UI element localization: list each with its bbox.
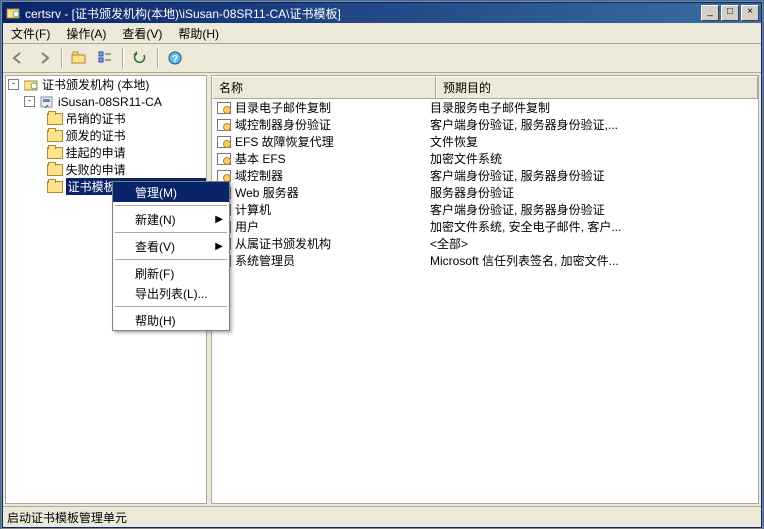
tree-item-label: 挂起的申请: [66, 144, 126, 161]
folder-icon: [47, 129, 63, 143]
menu-action[interactable]: 操作(A): [58, 23, 114, 44]
menu-view[interactable]: 查看(V): [114, 23, 170, 44]
cell-name: 基本 EFS: [235, 150, 286, 167]
maximize-button[interactable]: □: [721, 5, 739, 21]
status-text: 启动证书模板管理单元: [7, 509, 127, 526]
minimize-button[interactable]: _: [701, 5, 719, 21]
cell-purpose: Microsoft 信任列表签名, 加密文件...: [426, 252, 758, 269]
template-icon: [216, 135, 232, 149]
status-bar: 启动证书模板管理单元: [3, 506, 761, 527]
menu-help[interactable]: 帮助(H): [170, 23, 227, 44]
cell-purpose: 文件恢复: [426, 133, 758, 150]
cert-authority-icon: [23, 78, 39, 92]
close-button[interactable]: ×: [741, 5, 759, 21]
menu-separator: [115, 232, 227, 233]
menu-separator: [115, 306, 227, 307]
cell-purpose: 客户端身份验证, 服务器身份验证: [426, 201, 758, 218]
cell-purpose: 加密文件系统: [426, 150, 758, 167]
folder-icon: [47, 146, 63, 160]
folder-icon: [47, 180, 63, 194]
cell-name: EFS 故障恢复代理: [235, 133, 334, 150]
menu-bar: 文件(F) 操作(A) 查看(V) 帮助(H): [3, 23, 761, 44]
context-menu: 管理(M) 新建(N)▶ 查看(V)▶ 刷新(F) 导出列表(L)... 帮助(…: [112, 181, 230, 331]
column-name[interactable]: 名称: [212, 76, 436, 99]
menu-view[interactable]: 查看(V)▶: [113, 236, 229, 256]
tree-ca-label: iSusan-08SR11-CA: [58, 95, 162, 109]
cell-name: 用户: [235, 218, 259, 235]
list-row[interactable]: 基本 EFS 加密文件系统: [212, 150, 758, 167]
toolbar: ?: [3, 44, 761, 73]
list-row[interactable]: 系统管理员 Microsoft 信任列表签名, 加密文件...: [212, 252, 758, 269]
tree-item[interactable]: 失败的申请: [40, 161, 206, 178]
cell-purpose: 目录服务电子邮件复制: [426, 99, 758, 116]
folder-icon: [47, 163, 63, 177]
list-row[interactable]: 域控制器身份验证 客户端身份验证, 服务器身份验证,...: [212, 116, 758, 133]
cell-name: 域控制器身份验证: [235, 116, 331, 133]
list-row[interactable]: 目录电子邮件复制 目录服务电子邮件复制: [212, 99, 758, 116]
menu-new[interactable]: 新建(N)▶: [113, 209, 229, 229]
cell-name: 域控制器: [235, 167, 283, 184]
tree-root-label: 证书颁发机构 (本地): [42, 76, 149, 93]
tree-root[interactable]: - 证书颁发机构 (本地): [8, 76, 206, 93]
tree-item-label: 吊销的证书: [66, 110, 126, 127]
tree-item-label: 颁发的证书: [66, 127, 126, 144]
svg-text:?: ?: [172, 54, 178, 65]
cell-name: 目录电子邮件复制: [235, 99, 331, 116]
column-purpose[interactable]: 预期目的: [436, 76, 758, 99]
cell-purpose: 客户端身份验证, 服务器身份验证,...: [426, 116, 758, 133]
menu-separator: [115, 259, 227, 260]
submenu-arrow-icon: ▶: [215, 241, 223, 252]
back-button[interactable]: [7, 47, 29, 69]
template-icon: [216, 118, 232, 132]
cell-purpose: 客户端身份验证, 服务器身份验证: [426, 167, 758, 184]
cell-name: 从属证书颁发机构: [235, 235, 331, 252]
help-icon[interactable]: ?: [164, 47, 186, 69]
cell-name: Web 服务器: [235, 184, 299, 201]
separator: [122, 48, 123, 68]
menu-manage[interactable]: 管理(M): [113, 182, 229, 202]
app-icon: [5, 5, 21, 21]
template-icon: [216, 152, 232, 166]
list-body[interactable]: 目录电子邮件复制目录服务电子邮件复制域控制器身份验证客户端身份验证, 服务器身份…: [212, 99, 758, 503]
list-row[interactable]: 用户 加密文件系统, 安全电子邮件, 客户...: [212, 218, 758, 235]
tree-item[interactable]: 吊销的证书: [40, 110, 206, 127]
properties-icon[interactable]: [94, 47, 116, 69]
refresh-icon[interactable]: [129, 47, 151, 69]
column-headers: 名称 预期目的: [212, 76, 758, 99]
menu-file[interactable]: 文件(F): [3, 23, 58, 44]
list-row[interactable]: 从属证书颁发机构 <全部>: [212, 235, 758, 252]
collapse-icon[interactable]: -: [24, 96, 35, 107]
list-row[interactable]: Web 服务器 服务器身份验证: [212, 184, 758, 201]
separator: [157, 48, 158, 68]
window-title: certsrv - [证书颁发机构(本地)\iSusan-08SR11-CA\证…: [25, 5, 699, 22]
cell-name: 计算机: [235, 201, 271, 218]
menu-separator: [115, 205, 227, 206]
cell-name: 系统管理员: [235, 252, 295, 269]
list-row[interactable]: 域控制器 客户端身份验证, 服务器身份验证: [212, 167, 758, 184]
list-row[interactable]: EFS 故障恢复代理 文件恢复: [212, 133, 758, 150]
folder-button[interactable]: [68, 47, 90, 69]
cell-purpose: 加密文件系统, 安全电子邮件, 客户...: [426, 218, 758, 235]
title-bar: certsrv - [证书颁发机构(本地)\iSusan-08SR11-CA\证…: [3, 3, 761, 23]
collapse-icon[interactable]: -: [8, 79, 19, 90]
list-row[interactable]: 计算机 客户端身份验证, 服务器身份验证: [212, 201, 758, 218]
tree-ca[interactable]: - iSusan-08SR11-CA: [24, 93, 206, 110]
separator: [61, 48, 62, 68]
submenu-arrow-icon: ▶: [215, 214, 223, 225]
folder-icon: [47, 112, 63, 126]
cell-purpose: <全部>: [426, 235, 758, 252]
tree-item-label: 失败的申请: [66, 161, 126, 178]
tree-item[interactable]: 颁发的证书: [40, 127, 206, 144]
server-icon: [39, 95, 55, 109]
menu-refresh[interactable]: 刷新(F): [113, 263, 229, 283]
menu-help[interactable]: 帮助(H): [113, 310, 229, 330]
cell-purpose: 服务器身份验证: [426, 184, 758, 201]
tree-item[interactable]: 挂起的申请: [40, 144, 206, 161]
menu-export[interactable]: 导出列表(L)...: [113, 283, 229, 303]
forward-button[interactable]: [33, 47, 55, 69]
template-icon: [216, 101, 232, 115]
list-pane: 名称 预期目的 目录电子邮件复制目录服务电子邮件复制域控制器身份验证客户端身份验…: [211, 75, 759, 504]
